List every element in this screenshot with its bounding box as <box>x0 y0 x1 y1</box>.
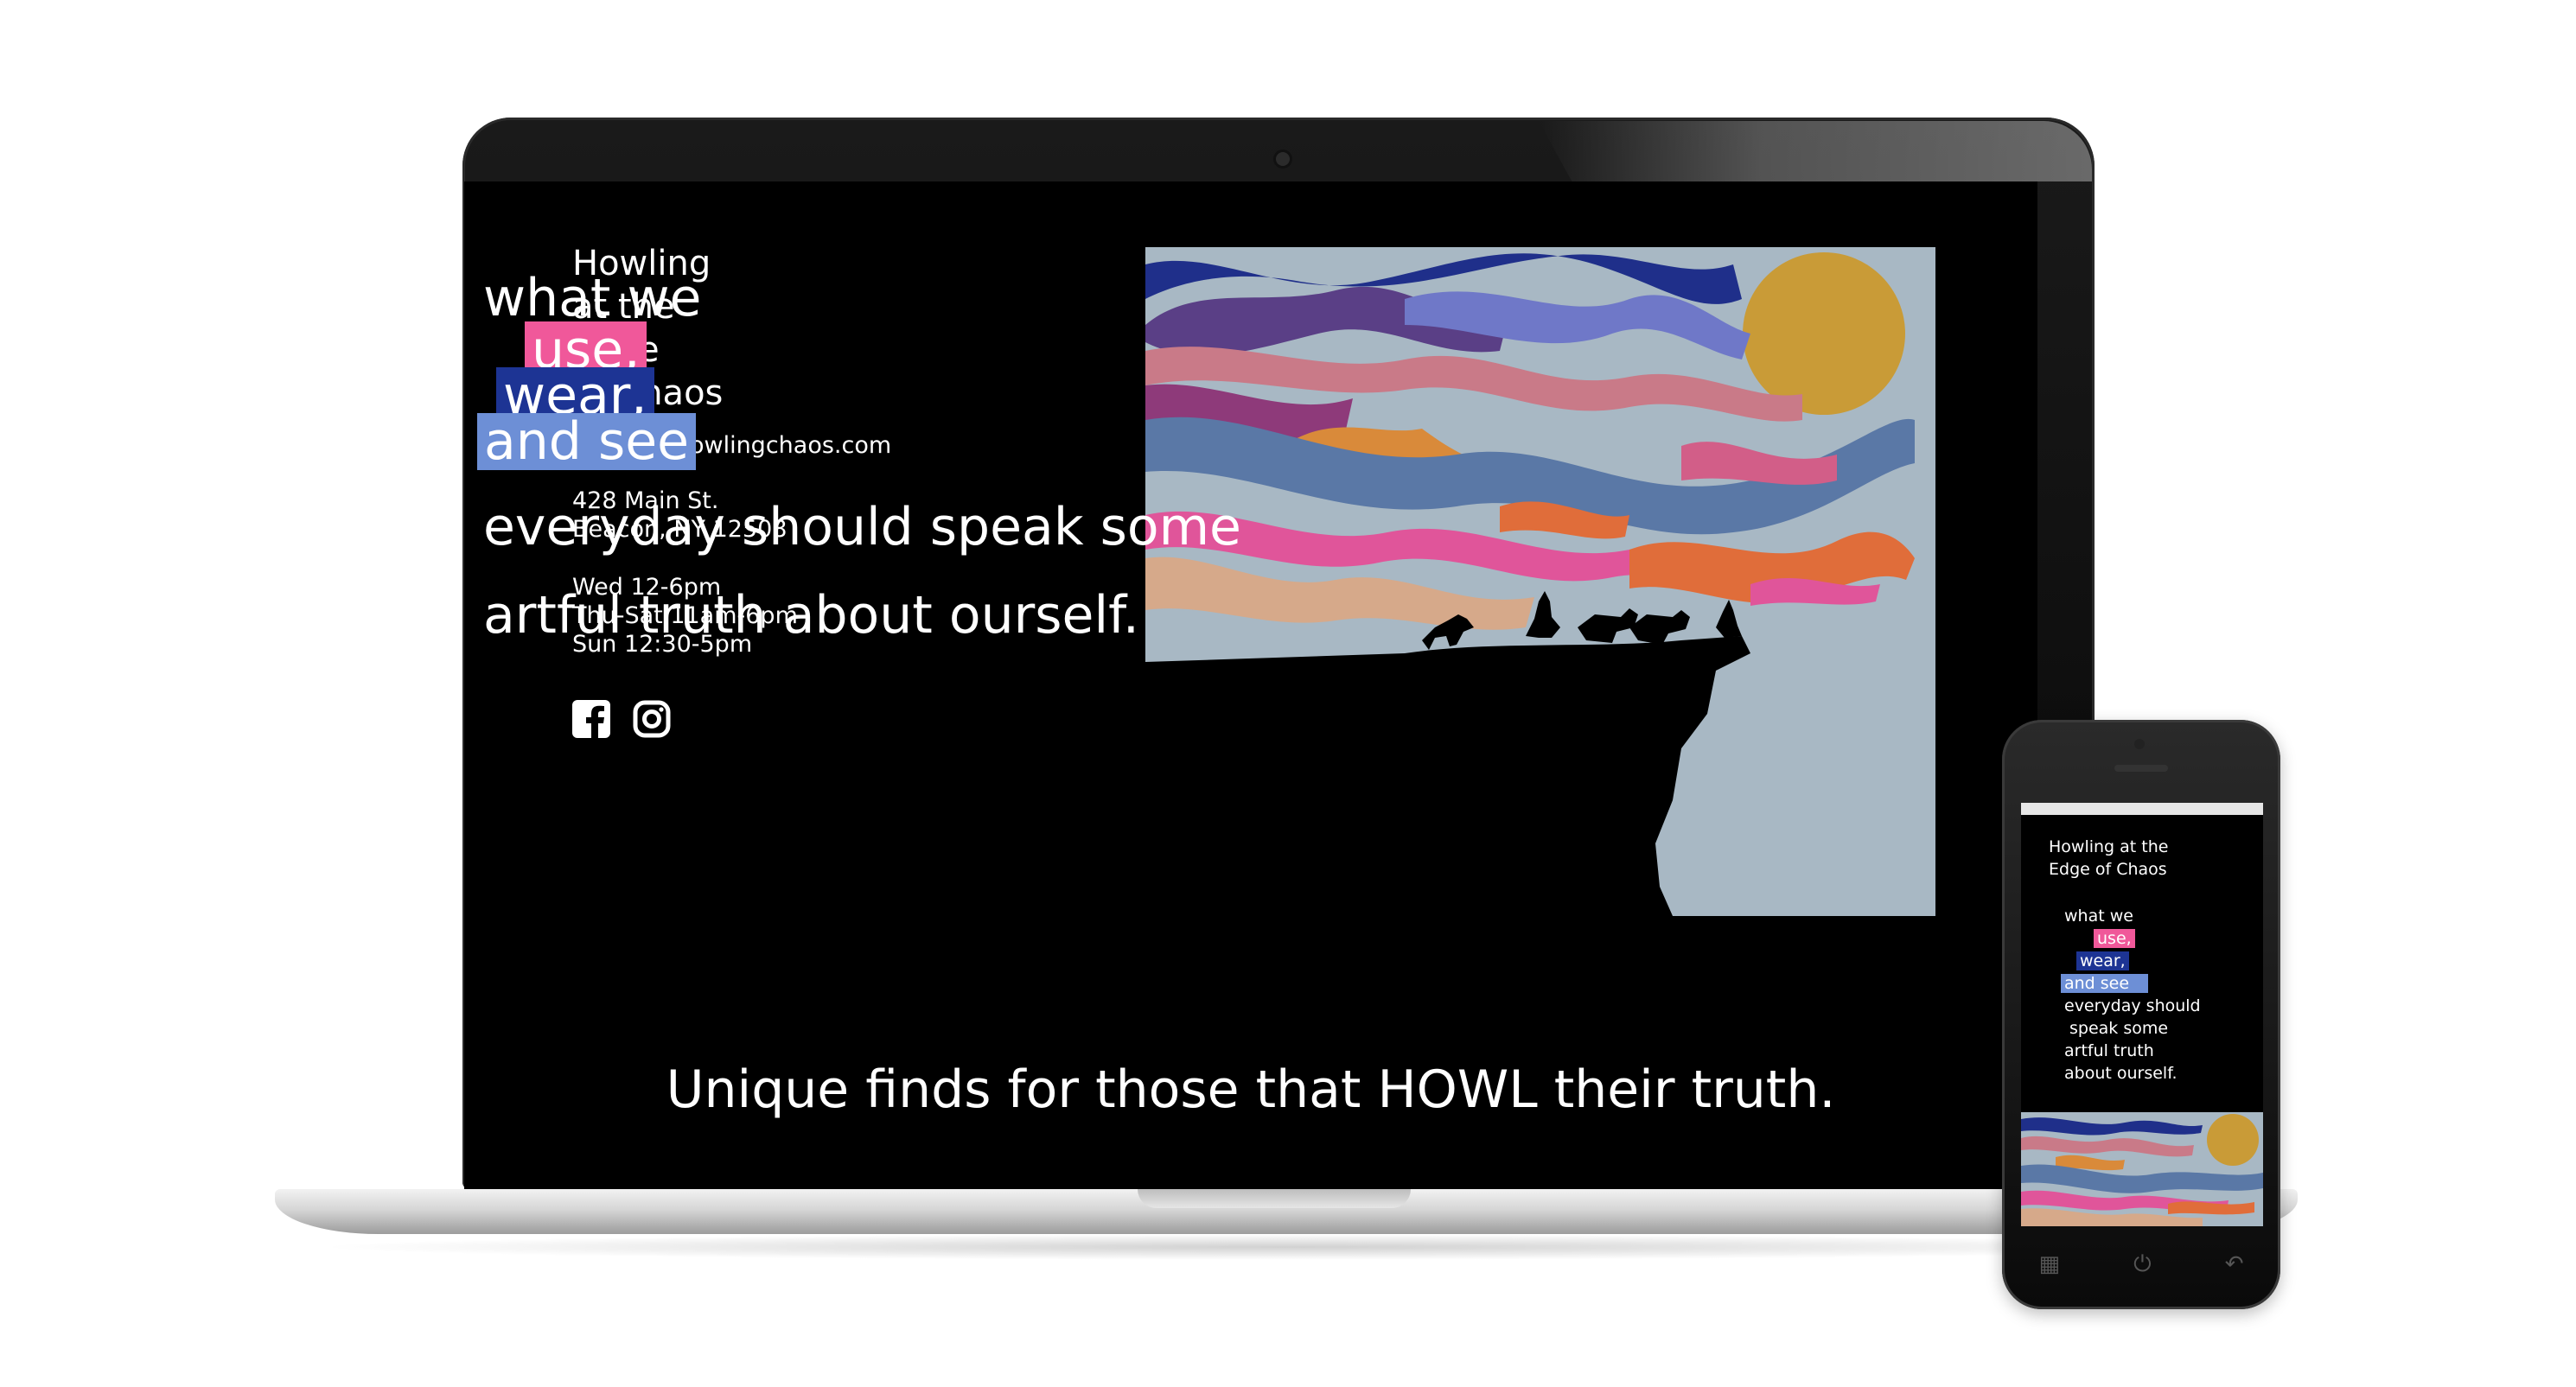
hero-line: artful truth about ourself. <box>483 585 1139 646</box>
phone-hardware-buttons: ▦ ⏻ ↶ <box>2002 1247 2280 1282</box>
mobile-hero-highlight: use, <box>2094 927 2135 950</box>
mobile-hero-artwork <box>2021 1112 2263 1226</box>
social-links <box>572 700 671 738</box>
laptop-screen: Howling at the Edge of Chaos valerie@how… <box>464 181 2037 1189</box>
menu-icon[interactable]: ▦ <box>2039 1251 2061 1277</box>
phone-status-bar <box>2021 803 2263 815</box>
mobile-site-title[interactable]: Howling at the Edge of Chaos <box>2049 836 2239 881</box>
mobile-title-line: Edge of Chaos <box>2049 860 2167 879</box>
webcam <box>1276 152 1290 166</box>
mobile-hero-line: what we <box>2064 907 2133 926</box>
hero-word: and see <box>477 413 697 470</box>
hero-line: everyday should speak some <box>483 497 1241 557</box>
mobile-hero-highlight: wear, <box>2076 950 2129 972</box>
mobile-hero-highlight: and see <box>2061 972 2149 995</box>
mobile-hero-word: wear, <box>2076 951 2129 970</box>
hero-artwork <box>1145 247 1935 916</box>
mobile-hero-word: and see <box>2061 974 2149 993</box>
laptop-glare <box>1539 121 2092 181</box>
mobile-hero-line: speak some <box>2069 1019 2169 1038</box>
mobile-hero-line: artful truth <box>2064 1041 2154 1060</box>
laptop-shadow <box>311 1234 2265 1260</box>
mobile-hero-word: use, <box>2094 929 2135 948</box>
tagline: Unique finds for those that HOWL their t… <box>666 1059 1836 1120</box>
back-icon[interactable]: ↶ <box>2225 1251 2244 1277</box>
mobile-hero-line: everyday should <box>2064 996 2201 1015</box>
hero-highlight-see: and see <box>477 411 697 472</box>
power-icon[interactable]: ⏻ <box>2133 1251 2152 1278</box>
facebook-icon[interactable] <box>572 700 610 738</box>
phone-frame: Howling at the Edge of Chaos what we use… <box>2002 720 2280 1309</box>
phone-speaker <box>2114 765 2168 772</box>
instagram-icon[interactable] <box>633 700 671 738</box>
phone-camera <box>2134 739 2145 749</box>
phone-screen: Howling at the Edge of Chaos what we use… <box>2021 803 2263 1226</box>
laptop-notch <box>1138 1189 1411 1208</box>
mobile-hero-line: about ourself. <box>2064 1064 2177 1083</box>
mobile-title-line: Howling at the <box>2049 837 2169 856</box>
